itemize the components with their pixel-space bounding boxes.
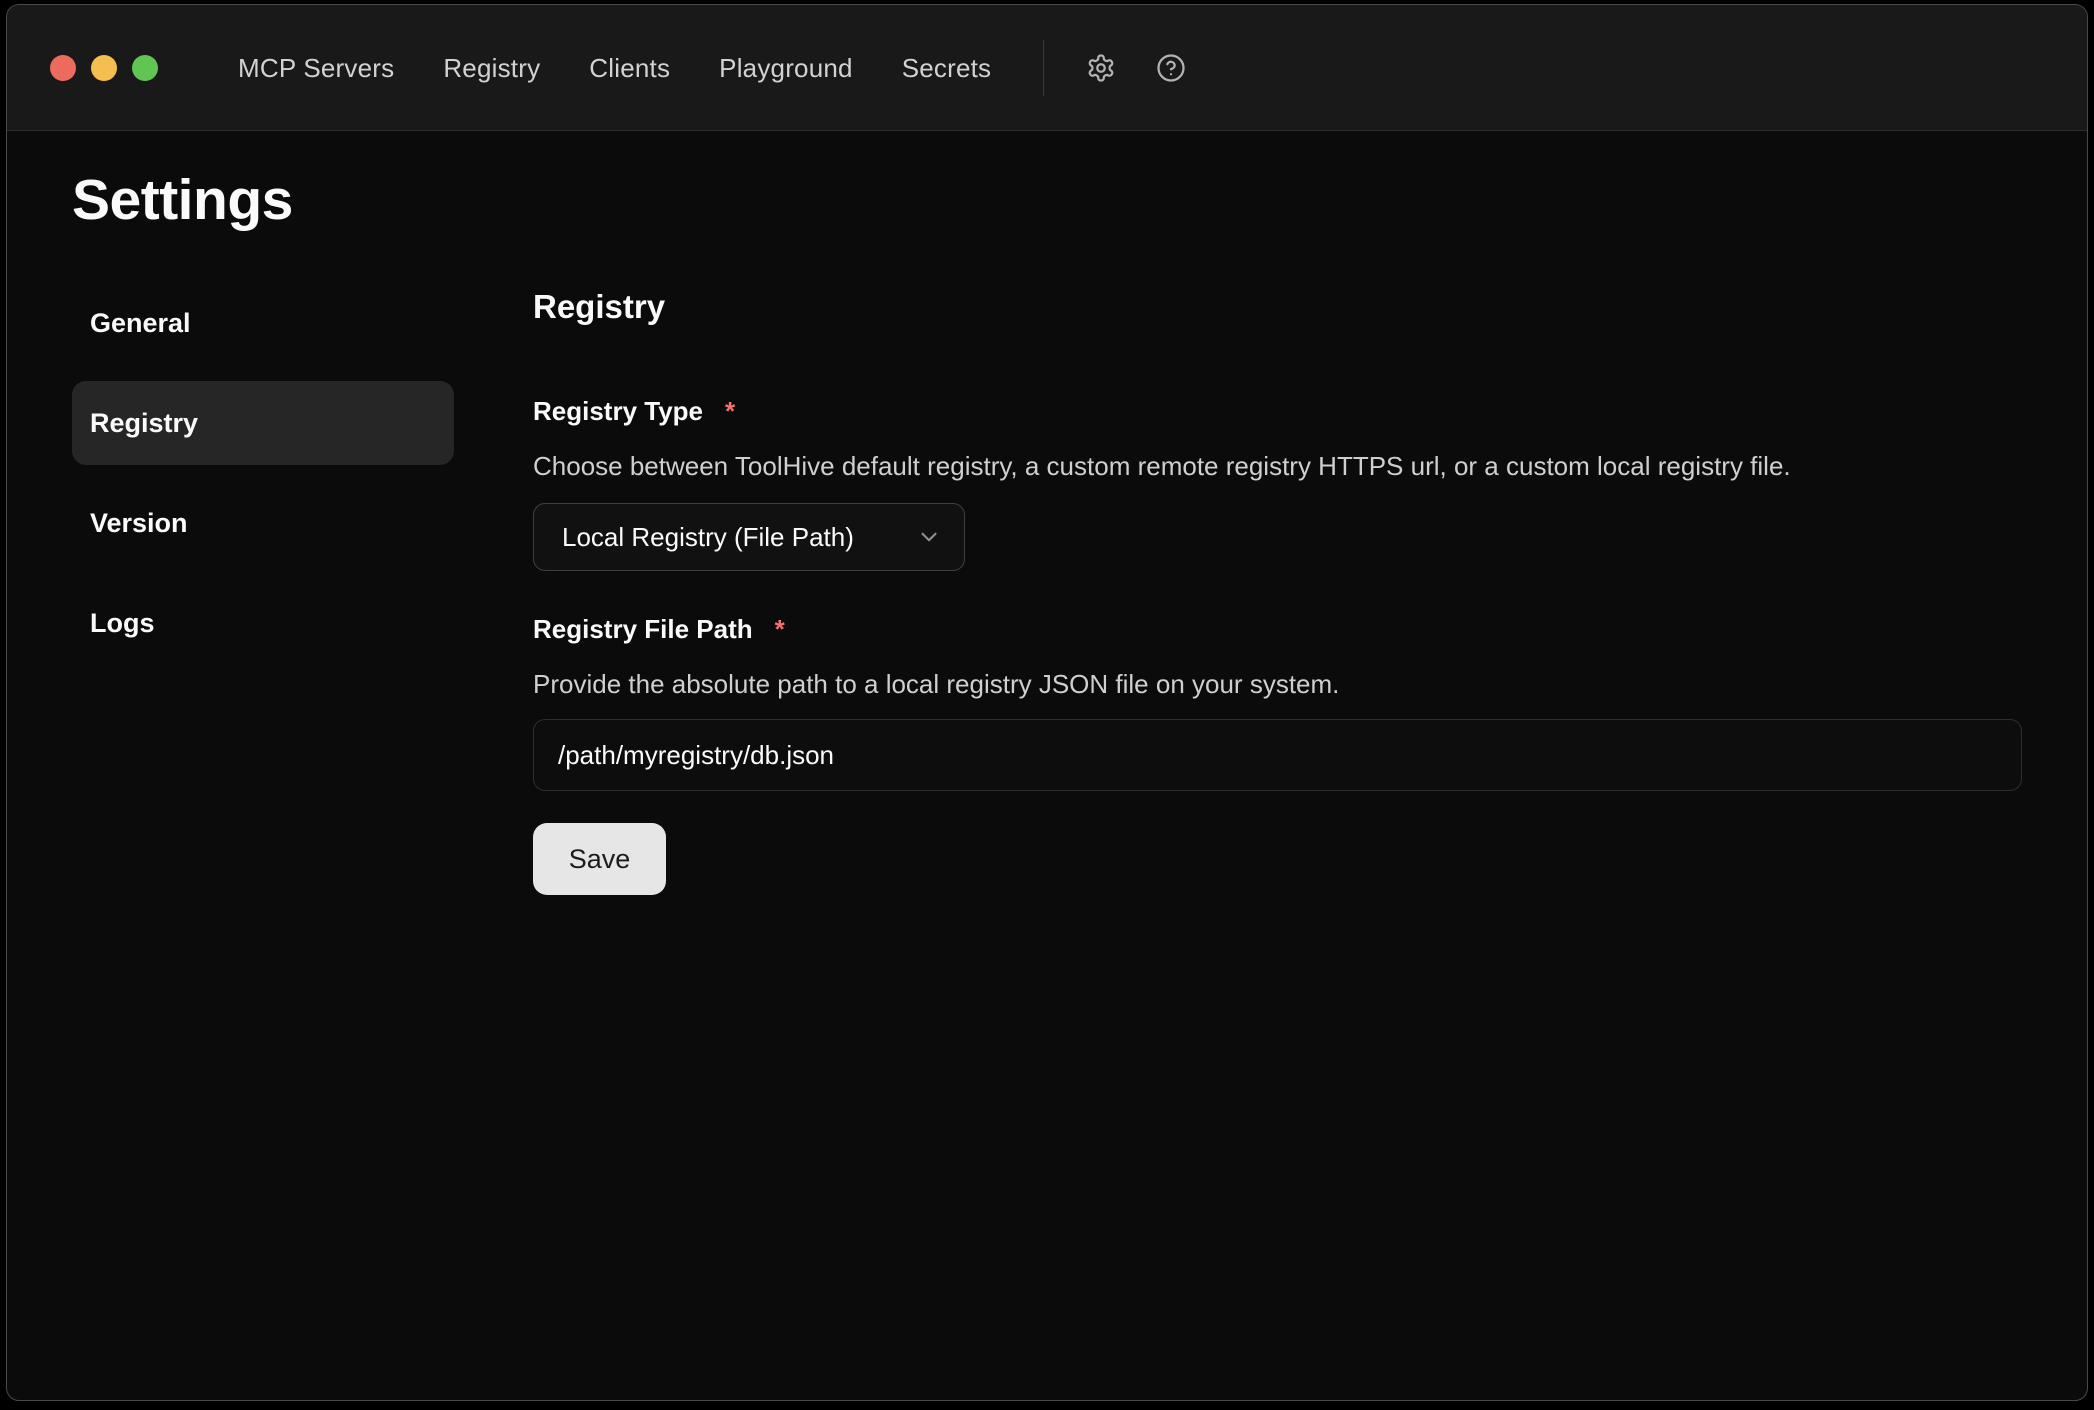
settings-layout: General Registry Version Logs Registry R… — [72, 281, 2022, 895]
required-asterisk: * — [725, 396, 735, 427]
registry-type-label: Registry Type — [533, 395, 703, 427]
sidebar-item-general[interactable]: General — [72, 281, 454, 365]
sidebar-item-label: Logs — [90, 608, 155, 639]
titlebar: MCP Servers Registry Clients Playground … — [7, 5, 2087, 131]
registry-type-select-value: Local Registry (File Path) — [562, 522, 854, 553]
help-circle-icon — [1156, 53, 1186, 83]
traffic-lights — [50, 55, 158, 81]
settings-page: Settings General Registry Version Logs R… — [7, 167, 2087, 895]
save-button[interactable]: Save — [533, 823, 666, 895]
settings-sidebar: General Registry Version Logs — [72, 281, 454, 895]
registry-settings-panel: Registry Registry Type * Choose between … — [533, 281, 2022, 895]
gear-icon — [1086, 53, 1116, 83]
sidebar-item-label: General — [90, 308, 191, 339]
registry-type-description: Choose between ToolHive default registry… — [533, 451, 2022, 481]
settings-button[interactable] — [1084, 51, 1118, 85]
nav-item-playground[interactable]: Playground — [719, 55, 853, 81]
titlebar-icons — [1084, 51, 1188, 85]
section-heading: Registry — [533, 287, 2022, 327]
titlebar-divider — [1043, 40, 1044, 96]
sidebar-item-label: Registry — [90, 408, 198, 439]
registry-file-path-input[interactable] — [533, 719, 2022, 791]
sidebar-item-version[interactable]: Version — [72, 481, 454, 565]
registry-type-label-row: Registry Type * — [533, 395, 2022, 427]
help-button[interactable] — [1154, 51, 1188, 85]
registry-type-select[interactable]: Local Registry (File Path) — [533, 503, 965, 571]
nav-item-mcp-servers[interactable]: MCP Servers — [238, 55, 394, 81]
minimize-button[interactable] — [91, 55, 117, 81]
required-asterisk: * — [775, 614, 785, 645]
sidebar-item-registry[interactable]: Registry — [72, 381, 454, 465]
nav-item-registry[interactable]: Registry — [443, 55, 540, 81]
registry-file-path-label-row: Registry File Path * — [533, 613, 2022, 645]
nav-item-clients[interactable]: Clients — [589, 55, 670, 81]
maximize-button[interactable] — [132, 55, 158, 81]
top-nav: MCP Servers Registry Clients Playground … — [238, 55, 991, 81]
close-button[interactable] — [50, 55, 76, 81]
sidebar-item-label: Version — [90, 508, 188, 539]
app-window: MCP Servers Registry Clients Playground … — [6, 4, 2088, 1401]
chevron-down-icon — [916, 524, 942, 550]
page-title: Settings — [72, 167, 2022, 233]
sidebar-item-logs[interactable]: Logs — [72, 581, 454, 665]
registry-file-path-label: Registry File Path — [533, 613, 753, 645]
nav-item-secrets[interactable]: Secrets — [902, 55, 992, 81]
registry-file-path-description: Provide the absolute path to a local reg… — [533, 669, 2022, 699]
